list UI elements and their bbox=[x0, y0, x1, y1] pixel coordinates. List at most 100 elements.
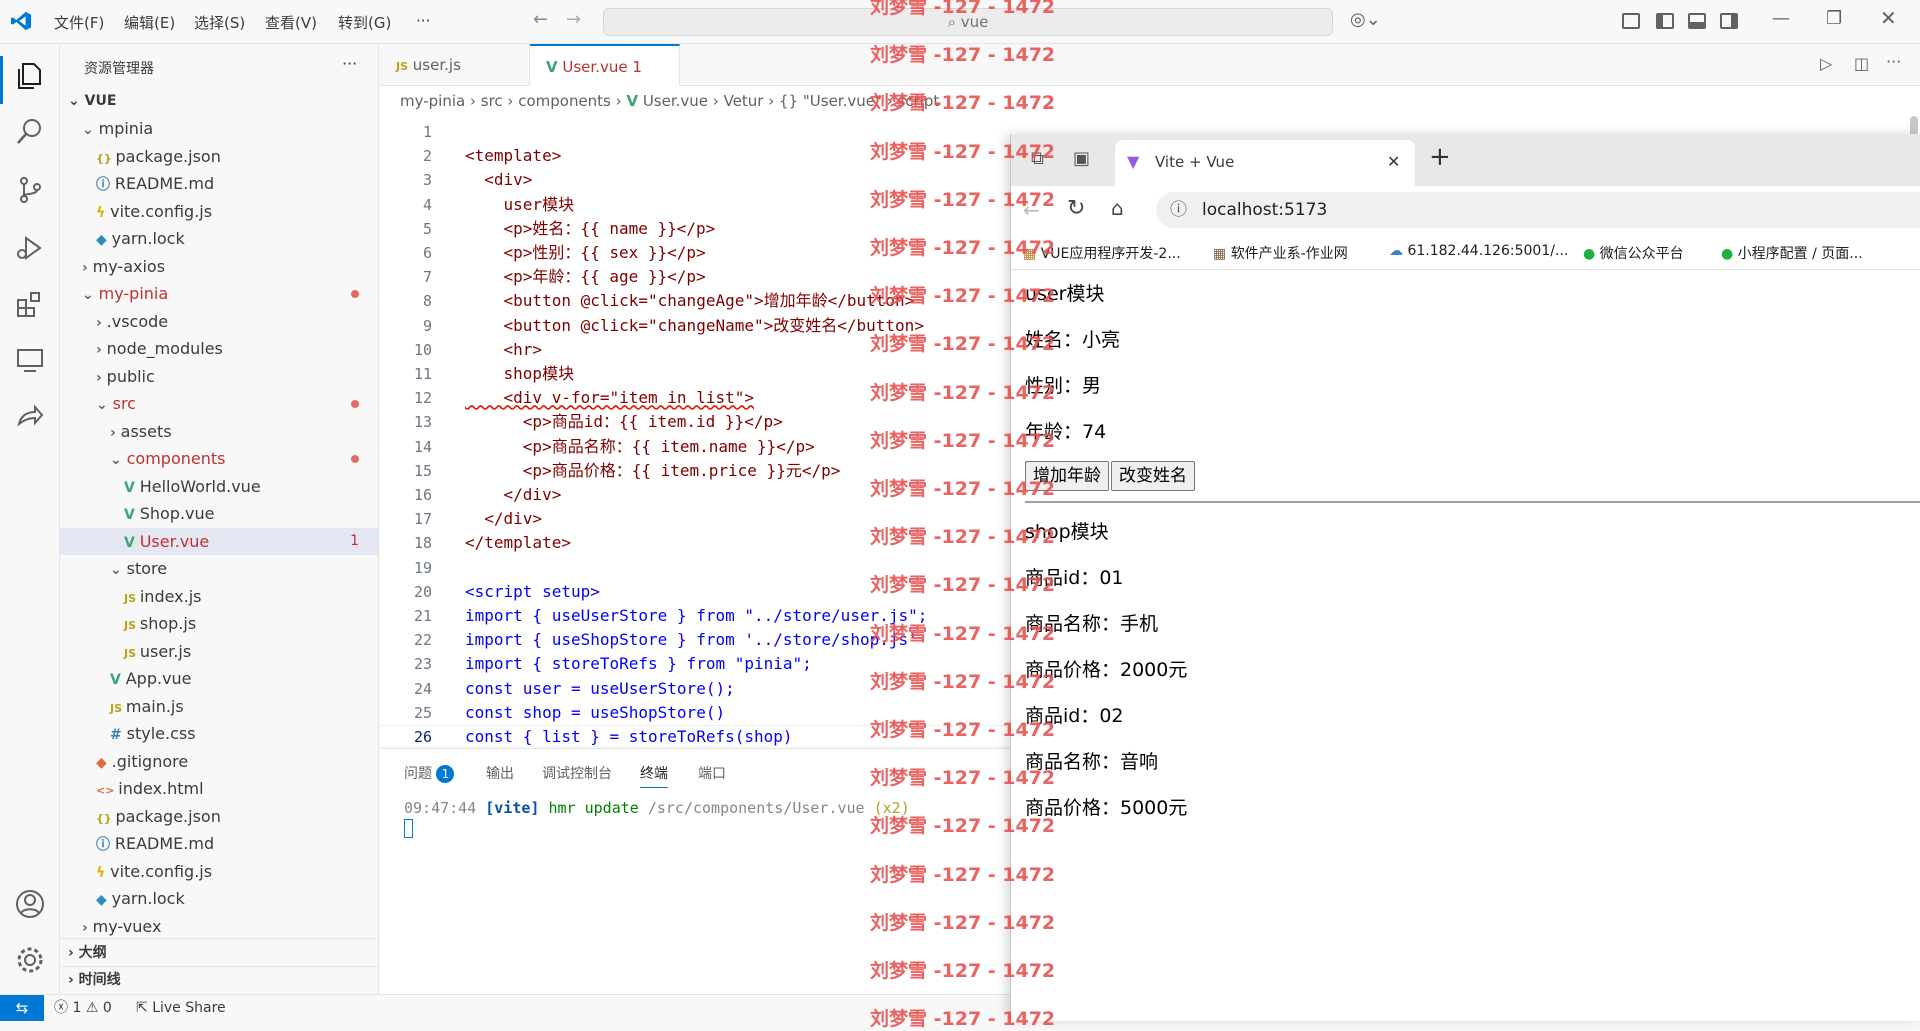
toggle-panel-icon[interactable] bbox=[1688, 13, 1706, 29]
workspace-root[interactable]: ⌄ VUE bbox=[60, 88, 379, 115]
search-icon[interactable] bbox=[14, 116, 46, 148]
bookmark-label: 61.182.44.126:5001/... bbox=[1407, 243, 1569, 259]
file-item[interactable]: ◆ .gitignore bbox=[60, 748, 379, 775]
menu-edit[interactable]: 编辑(E) bbox=[124, 12, 175, 33]
tab-user-vue[interactable]: V User.vue 1 ✕ bbox=[530, 44, 680, 118]
editor-more-icon[interactable]: ··· bbox=[1886, 52, 1901, 71]
menu-selection[interactable]: 选择(S) bbox=[194, 12, 245, 33]
chevron-right-icon: › bbox=[68, 972, 79, 988]
remote-indicator-icon[interactable]: ⇆ bbox=[0, 995, 44, 1021]
file-item[interactable]: JS user.js bbox=[60, 638, 379, 665]
folder-item[interactable]: › .vscode bbox=[60, 308, 379, 335]
tab-user-js[interactable]: JS user.js bbox=[380, 44, 530, 86]
file-item[interactable]: ◆ yarn.lock bbox=[60, 225, 379, 252]
folder-item[interactable]: › public bbox=[60, 363, 379, 390]
folder-item[interactable]: › my-axios bbox=[60, 253, 379, 280]
forward-arrow-icon[interactable]: → bbox=[566, 9, 581, 30]
customize-layout-icon[interactable] bbox=[1622, 13, 1640, 29]
minimize-icon[interactable]: — bbox=[1772, 8, 1790, 29]
tab-ports[interactable]: 端口 bbox=[698, 763, 726, 783]
file-item[interactable]: ϟ vite.config.js bbox=[60, 858, 379, 885]
tab-problems[interactable]: 问题 1 bbox=[404, 763, 455, 783]
tree-item-label: main.js bbox=[125, 696, 184, 716]
file-item[interactable]: JS shop.js bbox=[60, 610, 379, 637]
browser-tab-active[interactable]: ▼ Vite + Vue ✕ bbox=[1115, 140, 1415, 186]
file-item[interactable]: JS main.js bbox=[60, 693, 379, 720]
folder-item[interactable]: › node_modules bbox=[60, 335, 379, 362]
watermark-text: 刘梦雪 -127 - 1472 bbox=[870, 574, 1056, 597]
breadcrumb-item[interactable]: {} "User.vue" bbox=[779, 92, 882, 110]
account-icon[interactable] bbox=[14, 888, 46, 920]
folder-item[interactable]: ⌄ store bbox=[60, 555, 379, 582]
menu-go[interactable]: 转到(G) bbox=[338, 12, 391, 33]
file-item[interactable]: ⓘ README.md bbox=[60, 170, 379, 197]
folder-item[interactable]: › assets bbox=[60, 418, 379, 445]
file-item[interactable]: V User.vue 1 bbox=[60, 527, 379, 555]
bookmark-item[interactable]: ▦ 软件产业系-作业网 bbox=[1213, 243, 1348, 263]
file-item[interactable]: V HelloWorld.vue bbox=[60, 473, 379, 500]
site-info-icon[interactable]: ⓘ bbox=[1170, 192, 1187, 228]
file-item[interactable]: V App.vue bbox=[60, 665, 379, 692]
file-item[interactable]: {} package.json bbox=[60, 143, 379, 170]
new-tab-icon[interactable]: + bbox=[1429, 142, 1451, 172]
folder-open-icon: ⌄ bbox=[110, 562, 127, 578]
file-item[interactable]: ϟ vite.config.js bbox=[60, 198, 379, 225]
file-item[interactable]: ⓘ README.md bbox=[60, 830, 379, 857]
terminal-output[interactable]: 09:47:44 [vite] hmr update /src/componen… bbox=[404, 799, 910, 817]
run-icon[interactable]: ▷ bbox=[1820, 54, 1832, 73]
more-actions-icon[interactable]: ··· bbox=[342, 54, 357, 73]
breadcrumb-item[interactable]: my-pinia bbox=[400, 92, 465, 110]
folder-item[interactable]: ⌄ components bbox=[60, 445, 379, 472]
file-item[interactable]: <> index.html bbox=[60, 775, 379, 802]
split-editor-icon[interactable]: ◫ bbox=[1854, 54, 1869, 73]
source-control-icon[interactable] bbox=[14, 174, 46, 206]
tab-output[interactable]: 输出 bbox=[486, 763, 514, 783]
tree-item-label: src bbox=[112, 394, 136, 413]
url-input[interactable]: ⓘ localhost:5173 bbox=[1156, 192, 1920, 228]
timeline-section[interactable]: › 时间线 bbox=[60, 966, 379, 993]
extensions-icon[interactable] bbox=[14, 288, 46, 320]
folder-item[interactable]: ⌄ src bbox=[60, 390, 379, 417]
copilot-icon[interactable]: ◎⌄ bbox=[1350, 9, 1381, 30]
close-window-icon[interactable]: ✕ bbox=[1880, 6, 1897, 30]
close-browser-tab-icon[interactable]: ✕ bbox=[1387, 152, 1400, 171]
error-count: 1 bbox=[72, 1000, 82, 1016]
bookmark-item[interactable]: ● 小程序配置 / 页面... bbox=[1721, 243, 1863, 263]
restore-icon[interactable]: ❐ bbox=[1826, 8, 1842, 29]
menu-view[interactable]: 查看(V) bbox=[265, 12, 317, 33]
folder-item[interactable]: ⌄ my-pinia bbox=[60, 280, 379, 307]
file-item[interactable]: JS index.js bbox=[60, 583, 379, 610]
run-debug-icon[interactable] bbox=[14, 232, 46, 264]
back-arrow-icon[interactable]: ← bbox=[533, 9, 548, 30]
toggle-secondary-sidebar-icon[interactable] bbox=[1720, 13, 1738, 29]
file-item[interactable]: V Shop.vue bbox=[60, 500, 379, 527]
live-share-icon[interactable] bbox=[14, 400, 46, 432]
breadcrumb-item[interactable]: Vetur bbox=[724, 92, 764, 110]
tab-debug-console[interactable]: 调试控制台 bbox=[542, 763, 612, 783]
bookmark-item[interactable]: ● 微信公众平台 bbox=[1583, 243, 1684, 263]
bookmark-item[interactable]: ☁ 61.182.44.126:5001/... bbox=[1389, 243, 1568, 259]
remote-explorer-icon[interactable] bbox=[14, 344, 46, 376]
menu-file[interactable]: 文件(F) bbox=[54, 12, 104, 33]
toggle-sidebar-icon[interactable] bbox=[1656, 13, 1674, 29]
home-icon[interactable]: ⌂ bbox=[1111, 196, 1124, 220]
settings-gear-icon[interactable] bbox=[14, 944, 46, 976]
tree-item-label: package.json bbox=[115, 146, 221, 166]
explorer-icon[interactable] bbox=[14, 60, 46, 92]
tab-actions-icon[interactable]: ▣ bbox=[1073, 148, 1090, 169]
file-item[interactable]: # style.css bbox=[60, 720, 379, 747]
folder-item[interactable]: ⌄ mpinia bbox=[60, 115, 379, 142]
breadcrumb-item[interactable]: components bbox=[518, 92, 611, 110]
change-name-button[interactable]: 改变姓名 bbox=[1111, 461, 1195, 491]
breadcrumb-item[interactable]: src bbox=[481, 92, 503, 110]
breadcrumb-item[interactable]: User.vue bbox=[643, 92, 708, 110]
live-share-status[interactable]: ⇱ Live Share bbox=[136, 995, 226, 1021]
outline-section[interactable]: › 大纲 bbox=[60, 940, 379, 967]
file-item[interactable]: ◆ yarn.lock bbox=[60, 885, 379, 912]
tab-terminal[interactable]: 终端 bbox=[640, 763, 668, 788]
menu-more[interactable]: ··· bbox=[416, 12, 430, 30]
file-item[interactable]: {} package.json bbox=[60, 803, 379, 830]
folder-item[interactable]: › my-vuex bbox=[60, 913, 379, 940]
problems-status[interactable]: ⓧ 1 ⚠ 0 bbox=[54, 995, 112, 1021]
reload-icon[interactable]: ↻ bbox=[1067, 196, 1085, 221]
